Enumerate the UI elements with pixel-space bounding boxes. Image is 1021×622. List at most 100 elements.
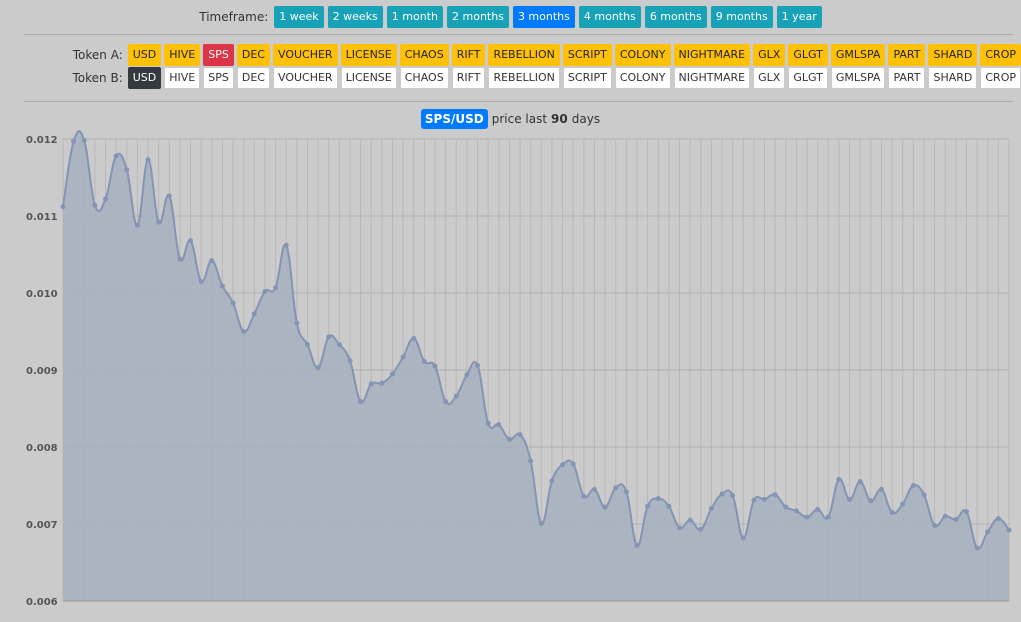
timeframe-button[interactable]: 1 year: [776, 6, 822, 28]
data-point: [485, 420, 491, 426]
data-point: [134, 222, 140, 228]
data-point: [358, 399, 364, 405]
token-a-token-button[interactable]: VOUCHER: [272, 44, 338, 66]
data-point: [730, 493, 736, 499]
data-point: [825, 514, 831, 520]
token-b-token-button[interactable]: SPS: [203, 67, 234, 89]
token-a-token-button[interactable]: NIGHTMARE: [673, 44, 751, 66]
token-a-token-button[interactable]: COLONY: [614, 44, 671, 66]
timeframe-button[interactable]: 1 month: [386, 6, 443, 28]
timeframe-button[interactable]: 6 months: [644, 6, 707, 28]
data-point: [273, 285, 279, 291]
token-b-token-button[interactable]: CROP: [980, 67, 1021, 89]
data-point: [81, 138, 87, 144]
data-point: [368, 381, 374, 387]
data-point: [71, 138, 77, 144]
data-point: [347, 358, 353, 364]
token-a-token-button[interactable]: REBELLION: [488, 44, 560, 66]
data-point: [262, 288, 268, 294]
token-a-token-button[interactable]: HIVE: [164, 44, 201, 66]
data-point: [878, 486, 884, 492]
token-b-token-button[interactable]: CHAOS: [399, 67, 449, 89]
data-point: [230, 300, 236, 306]
token-a-token-button[interactable]: GLGT: [788, 44, 828, 66]
data-point: [475, 362, 481, 368]
token-a-token-button[interactable]: LICENSE: [340, 44, 397, 66]
token-a-label: Token A:: [72, 48, 123, 62]
pair-badge[interactable]: SPS/USD: [420, 109, 488, 129]
token-b-token-button[interactable]: VOUCHER: [272, 67, 338, 89]
data-point: [113, 153, 119, 159]
data-point: [868, 498, 874, 504]
data-point: [528, 458, 534, 464]
data-point: [793, 508, 799, 514]
data-point: [336, 342, 342, 348]
data-point: [145, 157, 151, 163]
data-point: [124, 167, 130, 173]
data-point: [156, 219, 162, 225]
token-b-token-button[interactable]: GLX: [753, 67, 786, 89]
data-point: [517, 432, 523, 438]
data-point: [645, 503, 651, 509]
timeframe-bar: Timeframe: 1 week 2 weeks 1 month 2 months 3…: [0, 6, 1021, 28]
data-point: [453, 393, 459, 399]
data-point: [60, 204, 66, 210]
timeframe-button[interactable]: 2 months: [447, 6, 509, 28]
data-point: [900, 501, 906, 507]
data-point: [177, 256, 183, 262]
price-chart: 0.006 0.007 0.008 0.009 0.010 0.011 0.012: [26, 130, 1012, 608]
data-point: [591, 486, 597, 492]
data-point: [836, 476, 842, 482]
data-point: [623, 489, 629, 495]
timeframe-button[interactable]: 3 months: [512, 6, 575, 28]
token-a-token-button[interactable]: RIFT: [451, 44, 486, 66]
token-b-token-button[interactable]: SCRIPT: [562, 67, 612, 89]
token-b-token-button[interactable]: RIFT: [451, 67, 486, 89]
token-a-token-button[interactable]: SCRIPT: [562, 44, 612, 66]
token-a-token-button[interactable]: GMLSPA: [830, 44, 886, 66]
token-b-token-button[interactable]: HIVE: [164, 67, 201, 89]
data-point: [390, 371, 396, 377]
data-point: [687, 517, 693, 523]
y-tick-label: 0.006: [26, 597, 58, 608]
token-b-token-button[interactable]: DEC: [236, 67, 270, 89]
token-b-token-button[interactable]: USD: [127, 67, 162, 89]
timeframe-button[interactable]: 1 week: [274, 6, 324, 28]
token-b-token-button[interactable]: GMLSPA: [830, 67, 886, 89]
data-point: [219, 283, 225, 289]
token-b-token-button[interactable]: COLONY: [614, 67, 671, 89]
data-point: [570, 461, 576, 467]
data-point: [326, 334, 332, 340]
token-b-token-button[interactable]: REBELLION: [488, 67, 560, 89]
data-point: [294, 320, 300, 326]
data-point: [740, 535, 746, 541]
token-b-token-button[interactable]: PART: [888, 67, 926, 89]
timeframe-button[interactable]: 2 weeks: [327, 6, 383, 28]
data-point: [581, 493, 587, 499]
token-b-token-button[interactable]: SHARD: [928, 67, 978, 89]
chart-title: SPS/USD price last 90 days: [0, 109, 1021, 129]
data-point: [432, 363, 438, 369]
timeframe-button[interactable]: 9 months: [710, 6, 773, 28]
token-a-token-button[interactable]: DEC: [236, 44, 270, 66]
token-b-token-button[interactable]: NIGHTMARE: [673, 67, 751, 89]
title-prefix: price last: [491, 112, 548, 126]
token-a-token-button[interactable]: GLX: [753, 44, 786, 66]
data-point: [188, 238, 194, 244]
token-a-token-button[interactable]: PART: [888, 44, 926, 66]
data-point: [783, 504, 789, 510]
y-tick-label: 0.012: [26, 135, 58, 146]
token-a-token-button[interactable]: CHAOS: [399, 44, 449, 66]
token-a-token-button[interactable]: SPS: [203, 44, 234, 66]
data-point: [932, 523, 938, 529]
token-a-token-button[interactable]: USD: [127, 44, 162, 66]
token-b-token-button[interactable]: GLGT: [788, 67, 828, 89]
token-b-token-button[interactable]: LICENSE: [340, 67, 397, 89]
data-point: [538, 520, 544, 526]
data-point: [963, 509, 969, 515]
data-point: [708, 506, 714, 512]
timeframe-button[interactable]: 4 months: [578, 6, 641, 28]
token-a-token-button[interactable]: CROP: [980, 44, 1021, 66]
data-point: [411, 335, 417, 341]
token-a-token-button[interactable]: SHARD: [928, 44, 978, 66]
